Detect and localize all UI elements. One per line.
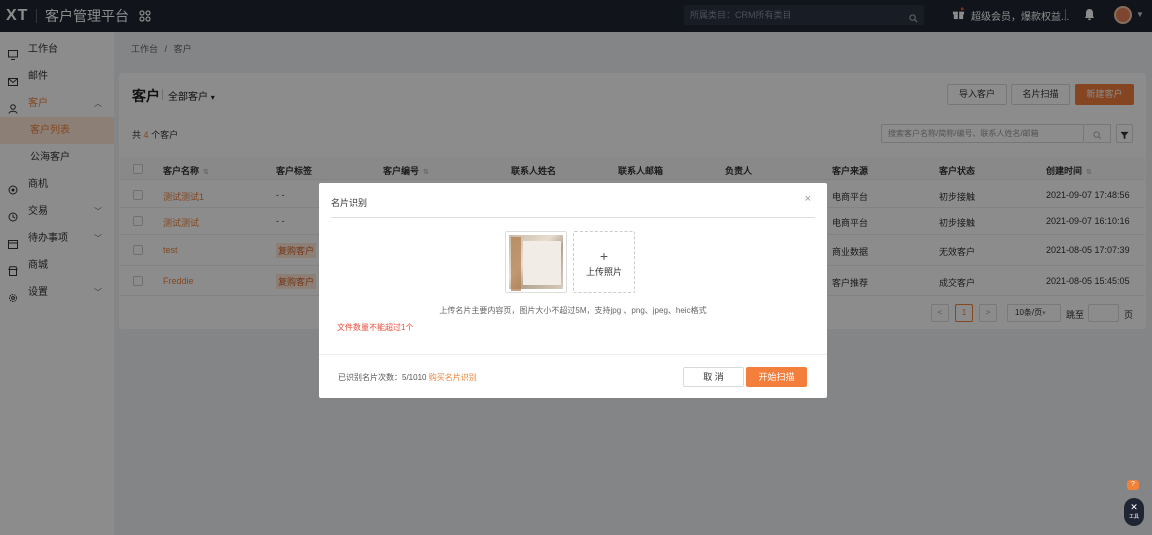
card-photo-edge — [511, 237, 521, 291]
upload-hint: 上传名片主要内容页，图片大小不超过5M，支持jpg 、png、jpeg、heic… — [439, 306, 707, 315]
tools-icon: ✕ — [1130, 502, 1138, 512]
dialog-divider — [331, 217, 815, 218]
buy-recognition-link[interactable]: 购买名片识别 — [429, 373, 477, 382]
usage-label: 已识别名片次数： — [338, 373, 402, 382]
business-card-image — [509, 235, 563, 291]
tools-label: 工具 — [1128, 514, 1139, 520]
upload-photo-label: 上传照片 — [585, 267, 622, 277]
start-scan-button[interactable]: 开始扫描 — [746, 367, 807, 387]
close-icon[interactable]: × — [805, 193, 811, 205]
plus-icon: + — [599, 248, 609, 264]
dialog-title: 名片识别 — [331, 198, 368, 208]
help-badge[interactable]: ? — [1127, 480, 1139, 490]
upload-photo-button[interactable]: + 上传照片 — [573, 231, 635, 293]
cancel-button[interactable]: 取 消 — [683, 367, 744, 387]
card-recognition-dialog: 名片识别 × + 上传照片 上传名片主要内容页，图片大小不超过5M，支持jpg … — [319, 183, 827, 398]
dialog-footer-divider — [319, 354, 827, 355]
usage-value: 5/1010 — [402, 373, 427, 382]
upload-error: 文件数量不能超过1个 — [337, 323, 414, 332]
uploaded-card-thumbnail[interactable] — [505, 231, 567, 293]
usage-info: 已识别名片次数：5/1010 购买名片识别 — [338, 372, 477, 383]
tools-fab[interactable]: ✕ 工具 — [1124, 498, 1144, 526]
card-photo-body — [523, 241, 561, 285]
